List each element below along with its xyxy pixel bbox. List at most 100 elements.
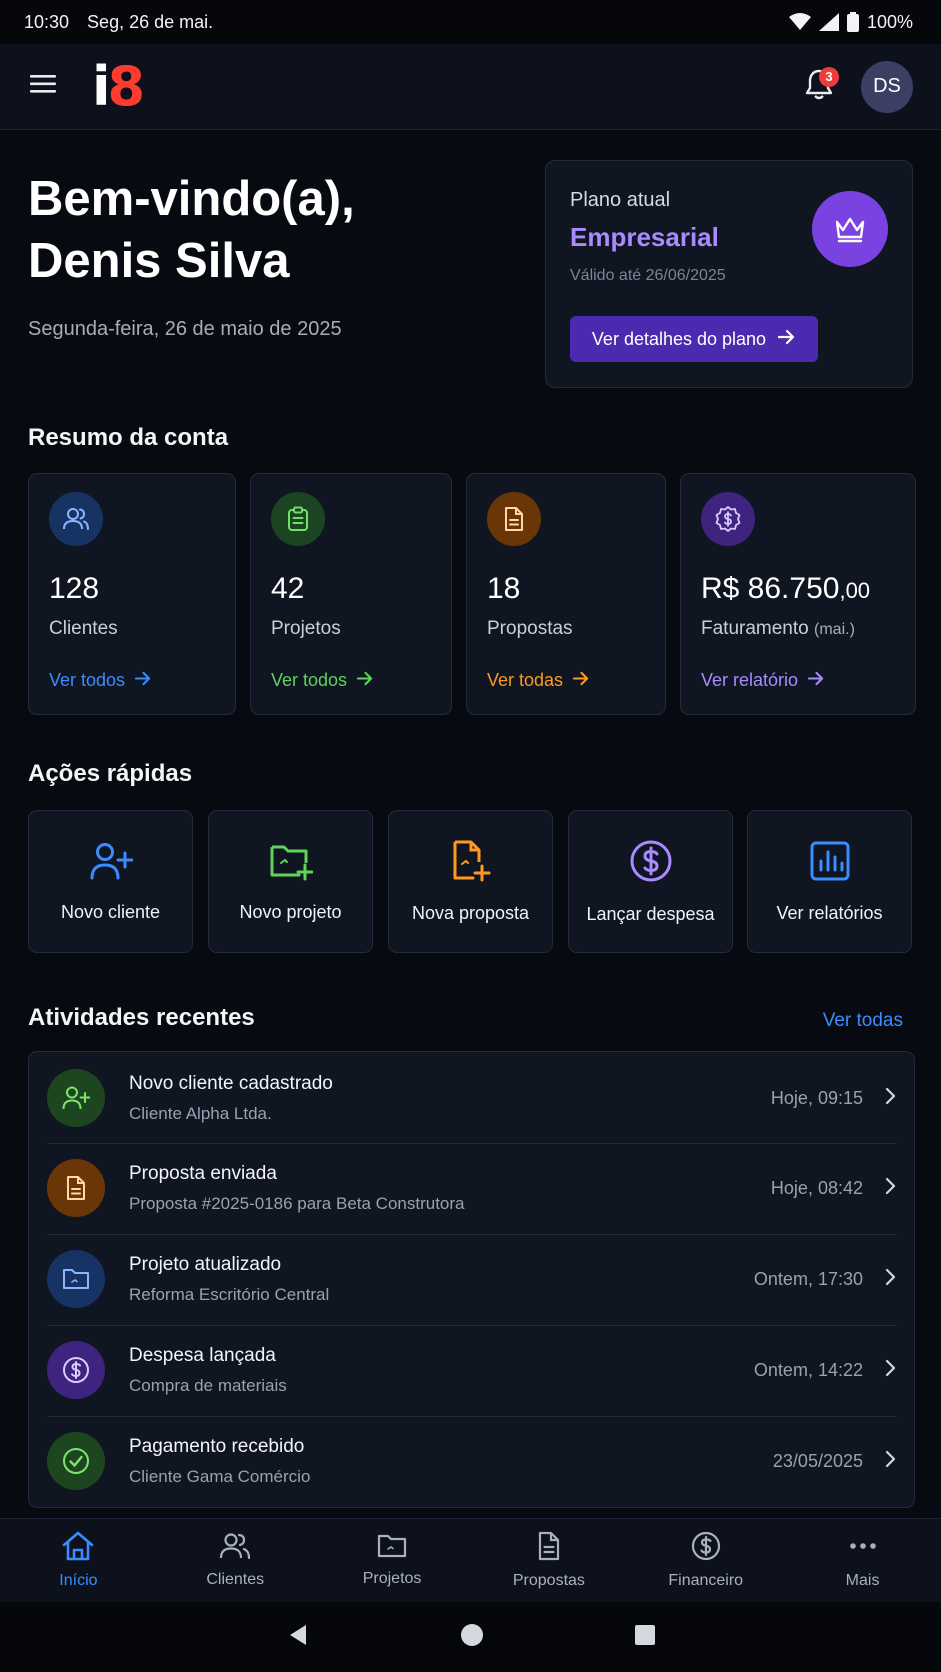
nav-projects[interactable]: Projetos: [314, 1519, 471, 1602]
activity-item[interactable]: Despesa lançada Compra de materiais Onte…: [47, 1325, 897, 1415]
revenue-value: R$ 86.750,00: [701, 572, 895, 606]
summary-card-revenue[interactable]: R$ 86.750,00 Faturamento (mai.) Ver rela…: [680, 473, 916, 715]
activities-title: Atividades recentes: [28, 1004, 255, 1031]
avatar[interactable]: DS: [861, 60, 913, 113]
chevron-right-icon: [885, 1177, 897, 1200]
system-navigation-bar: [0, 1602, 941, 1672]
activity-subtitle: Cliente Gama Comércio: [129, 1466, 311, 1486]
wifi-icon: [788, 13, 811, 31]
nav-proposals[interactable]: Propostas: [470, 1519, 627, 1602]
arrow-right-icon: [808, 670, 825, 691]
plan-details-button[interactable]: Ver detalhes do plano: [570, 316, 818, 362]
nav-more-label: Mais: [845, 1572, 880, 1589]
proposals-see-all-link[interactable]: Ver todas: [487, 670, 590, 691]
revenue-link-label: Ver relatório: [701, 670, 799, 690]
bar-chart-icon: [809, 840, 851, 887]
chevron-right-icon: [885, 1087, 897, 1110]
summary-title: Resumo da conta: [28, 424, 229, 451]
welcome-title: Bem-vindo(a), Denis Silva: [28, 168, 528, 292]
nav-more[interactable]: Mais: [784, 1519, 941, 1602]
revenue-amount: R$ 86.750: [701, 572, 840, 605]
clients-see-all-link[interactable]: Ver todos: [49, 670, 152, 691]
new-project-button[interactable]: Novo projeto: [208, 810, 373, 953]
signal-icon: [818, 13, 839, 31]
activity-time: 23/05/2025: [772, 1450, 863, 1471]
activity-item[interactable]: Novo cliente cadastrado Cliente Alpha Lt…: [47, 1053, 897, 1143]
arrow-right-icon: [135, 670, 152, 691]
nav-clients[interactable]: Clientes: [157, 1519, 314, 1602]
activity-time: Hoje, 09:15: [770, 1087, 863, 1108]
new-client-label: Novo cliente: [60, 901, 161, 922]
nav-finance[interactable]: Financeiro: [627, 1519, 784, 1602]
new-client-button[interactable]: Novo cliente: [28, 810, 193, 953]
clients-label: Clientes: [49, 618, 118, 639]
revenue-label: Faturamento (mai.): [701, 618, 895, 640]
nav-home-label: Início: [59, 1572, 98, 1589]
activity-time: Ontem, 14:22: [753, 1359, 863, 1380]
summary-card-clients[interactable]: 128 Clientes Ver todos: [28, 473, 236, 715]
activities-see-all-link[interactable]: Ver todas: [823, 1010, 903, 1032]
add-expense-button[interactable]: Lançar despesa: [568, 810, 733, 953]
folder-icon: [377, 1533, 407, 1564]
arrow-right-icon: [573, 670, 590, 691]
activity-subtitle: Compra de materiais: [129, 1375, 287, 1395]
current-date: Segunda-feira, 26 de maio de 2025: [28, 318, 342, 340]
divider: [47, 1143, 897, 1144]
summary-card-proposals[interactable]: 18 Propostas Ver todas: [466, 473, 666, 715]
notifications-button[interactable]: 3: [799, 66, 839, 107]
more-dots-icon: [848, 1531, 878, 1566]
projects-label: Projetos: [271, 618, 341, 639]
status-time: 10:30: [24, 11, 70, 32]
users-icon: [219, 1532, 251, 1565]
nav-home[interactable]: Início: [0, 1519, 157, 1602]
crown-icon: [812, 191, 888, 267]
clients-count: 128: [49, 572, 100, 605]
arrow-right-icon: [777, 329, 796, 350]
revenue-period: (mai.): [814, 621, 855, 638]
activity-item[interactable]: Projeto atualizado Reforma Escritório Ce…: [47, 1234, 897, 1324]
home-icon: [61, 1531, 95, 1566]
chevron-right-icon: [885, 1359, 897, 1382]
activity-item[interactable]: Proposta enviada Proposta #2025-0186 par…: [47, 1143, 897, 1233]
nav-finance-label: Financeiro: [668, 1572, 744, 1589]
plan-details-label: Ver detalhes do plano: [591, 328, 767, 349]
view-reports-button[interactable]: Ver relatórios: [747, 810, 912, 953]
divider: [47, 1416, 897, 1417]
activity-item[interactable]: Pagamento recebido Cliente Gama Comércio…: [47, 1416, 897, 1506]
chevron-right-icon: [885, 1450, 897, 1473]
activity-subtitle: Proposta #2025-0186 para Beta Construtor…: [129, 1193, 465, 1213]
recents-icon[interactable]: [634, 1624, 656, 1651]
activity-title: Pagamento recebido: [129, 1435, 305, 1457]
users-icon: [49, 492, 103, 546]
summary-card-projects[interactable]: 42 Projetos Ver todos: [250, 473, 452, 715]
revenue-label-text: Faturamento: [701, 618, 809, 639]
activity-time: Ontem, 17:30: [753, 1268, 863, 1289]
quick-actions-title: Ações rápidas: [28, 760, 193, 787]
view-reports-label: Ver relatórios: [776, 902, 883, 923]
status-bar: 10:30 Seg, 26 de mai. 100%: [0, 0, 941, 44]
divider: [47, 1234, 897, 1235]
app-screen: 10:30 Seg, 26 de mai. 100% i8 3 DS Bem-v…: [0, 0, 941, 1672]
add-expense-label: Lançar despesa: [586, 903, 715, 924]
status-date: Seg, 26 de mai.: [87, 11, 214, 32]
document-icon: [537, 1531, 561, 1566]
home-circle-icon[interactable]: [460, 1623, 484, 1652]
nav-proposals-label: Propostas: [512, 1572, 585, 1589]
back-icon[interactable]: [286, 1623, 310, 1652]
new-project-label: Novo projeto: [239, 901, 342, 922]
welcome-username: Denis Silva: [28, 234, 290, 288]
activity-title: Projeto atualizado: [129, 1253, 282, 1275]
divider: [47, 1325, 897, 1326]
welcome-greeting: Bem-vindo(a),: [28, 172, 355, 226]
new-proposal-button[interactable]: Nova proposta: [388, 810, 553, 953]
projects-see-all-link[interactable]: Ver todos: [271, 670, 374, 691]
activity-title: Novo cliente cadastrado: [129, 1072, 333, 1094]
proposals-label: Propostas: [487, 618, 573, 639]
nav-clients-label: Clientes: [206, 1571, 265, 1588]
revenue-report-link[interactable]: Ver relatório: [701, 670, 825, 691]
menu-icon[interactable]: [30, 73, 58, 100]
app-logo[interactable]: i8: [92, 59, 145, 114]
folder-plus-icon: [269, 841, 313, 886]
battery-level: 100%: [866, 11, 913, 32]
user-plus-icon: [89, 841, 133, 886]
